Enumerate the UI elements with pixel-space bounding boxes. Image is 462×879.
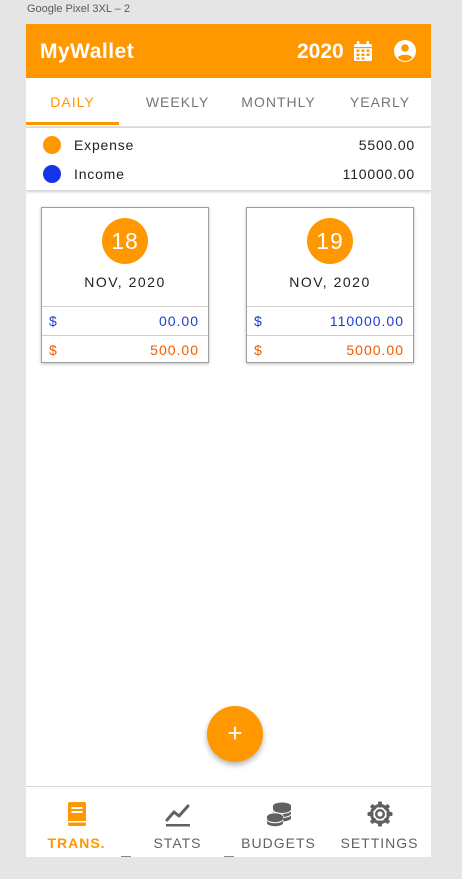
phone-screen: MyWallet 2020 DAILY WEEKLY MONTHLY YEARL…: [26, 24, 431, 857]
tab-monthly[interactable]: MONTHLY: [228, 78, 329, 126]
day-expense-amount: 5000.00: [346, 342, 404, 358]
coins-icon: [266, 802, 292, 827]
tab-yearly[interactable]: YEARLY: [329, 78, 431, 126]
day-income-row: $ 110000.00: [247, 306, 413, 335]
summary-panel: Expense 5500.00 Income 110000.00: [26, 128, 431, 190]
expense-dot: [43, 136, 61, 154]
day-card[interactable]: 19 NOV, 2020 $ 110000.00 $ 5000.00: [246, 207, 414, 363]
dollar-icon: $: [49, 342, 58, 358]
day-card[interactable]: 18 NOV, 2020 $ 00.00 $ 500.00: [41, 207, 209, 363]
income-dot: [43, 165, 61, 183]
expense-total: 5500.00: [358, 137, 415, 153]
nav-item-stats[interactable]: STATS: [127, 787, 228, 857]
expense-label: Expense: [74, 137, 135, 153]
account-circle-icon[interactable]: [393, 39, 417, 63]
nav-item-transactions[interactable]: TRANS.: [26, 787, 127, 857]
dollar-icon: $: [49, 313, 58, 329]
add-icon: +: [227, 718, 243, 748]
year-label[interactable]: 2020: [297, 40, 344, 64]
dollar-icon: $: [254, 313, 263, 329]
dollar-icon: $: [254, 342, 263, 358]
calendar-icon[interactable]: [351, 39, 375, 63]
day-income-row: $ 00.00: [42, 306, 208, 335]
nav-label-transactions: TRANS.: [47, 835, 106, 851]
day-expense-row: $ 5000.00: [247, 335, 413, 364]
day-month: NOV, 2020: [289, 274, 371, 290]
app-title: MyWallet: [40, 40, 135, 63]
income-label: Income: [74, 166, 125, 182]
nav-label-budgets: BUDGETS: [241, 835, 316, 851]
day-expense-amount: 500.00: [150, 342, 199, 358]
day-month: NOV, 2020: [84, 274, 166, 290]
book-icon: [68, 802, 86, 826]
nav-label-settings: SETTINGS: [340, 835, 419, 851]
income-total: 110000.00: [342, 166, 415, 182]
day-number-badge: 18: [102, 218, 148, 264]
nav-divider: [224, 856, 234, 857]
day-expense-row: $ 500.00: [42, 335, 208, 364]
stats-icon: [165, 804, 190, 827]
tab-daily[interactable]: DAILY: [26, 78, 119, 126]
day-number-badge: 19: [307, 218, 353, 264]
gear-icon: [367, 801, 393, 827]
nav-item-settings[interactable]: SETTINGS: [329, 787, 430, 857]
tab-weekly[interactable]: WEEKLY: [127, 78, 228, 126]
day-income-amount: 110000.00: [329, 313, 404, 329]
nav-divider: [121, 856, 131, 857]
add-transaction-button[interactable]: +: [207, 706, 263, 762]
bottom-nav: TRANS. STATS BUDGETS SETTINGS: [26, 786, 431, 857]
app-bar: MyWallet 2020: [26, 24, 431, 78]
period-tabs: DAILY WEEKLY MONTHLY YEARLY: [26, 78, 431, 127]
expense-summary-row: Expense 5500.00: [26, 131, 431, 159]
frame-label: Google Pixel 3XL – 2: [27, 3, 130, 15]
income-summary-row: Income 110000.00: [26, 160, 431, 188]
nav-item-budgets[interactable]: BUDGETS: [228, 787, 329, 857]
tab-indicator: [26, 122, 119, 125]
day-income-amount: 00.00: [158, 313, 199, 329]
nav-label-stats: STATS: [153, 835, 202, 851]
